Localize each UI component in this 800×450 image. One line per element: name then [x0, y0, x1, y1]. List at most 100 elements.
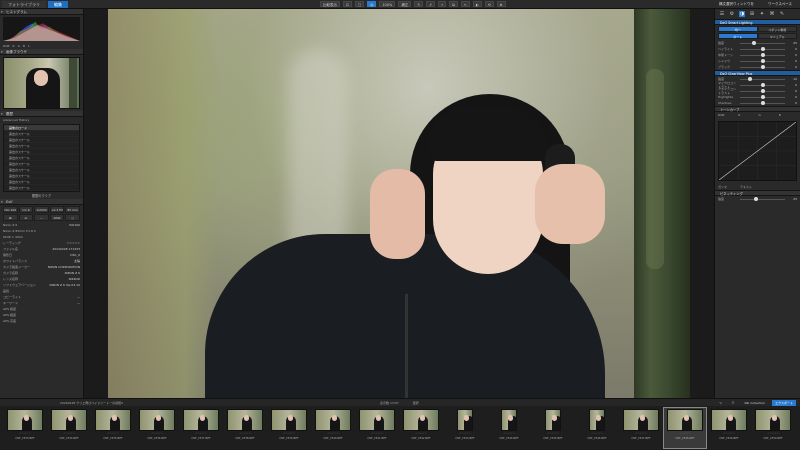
slider-knob[interactable] [761, 59, 766, 63]
channel-l[interactable]: L [28, 44, 30, 48]
filmstrip-thumbnail[interactable]: ☆☆☆☆☆ DSF_2340.NEF [312, 408, 354, 448]
navigator-thumbnail[interactable] [3, 57, 80, 109]
segment-option[interactable]: オート [718, 33, 758, 39]
clearview-header[interactable]: DxO ClearView Plus [715, 70, 800, 76]
channel-b[interactable]: B [23, 44, 25, 48]
slider-track[interactable] [740, 89, 785, 93]
toolbar-button-9[interactable]: ⧉ [449, 1, 458, 7]
slider-knob[interactable] [753, 197, 758, 201]
history-header[interactable]: 履歴 [0, 111, 83, 117]
slider-value: 0 [795, 47, 797, 51]
slider-track[interactable] [740, 65, 785, 69]
tone-curve[interactable] [718, 121, 797, 181]
tone-sliders: ハイライト 0 中間トーン 0 シャドウ 0 ブラック 0 [715, 46, 800, 70]
slider-track[interactable] [740, 53, 785, 57]
filmstrip-thumbnail[interactable]: ☆☆☆☆☆ DSF_2345.NEF [532, 408, 574, 448]
filmstrip-thumbnail[interactable]: ☆☆☆☆☆ DSF_2333.NEF [4, 408, 46, 448]
curve-tab-r[interactable]: R [738, 113, 756, 117]
slider-track[interactable] [740, 77, 785, 81]
toolbar-button-11[interactable]: ◐ [472, 1, 482, 7]
filmstrip-thumbnail[interactable]: ☆☆☆☆☆ DSF_2336.NEF [136, 408, 178, 448]
info-row: GPS 高度 [0, 318, 83, 324]
channel-g[interactable]: G [18, 44, 20, 48]
workspace-button[interactable]: ワークスペース [764, 1, 796, 8]
layout-button[interactable]: 構文選択ウィンドウを [715, 1, 758, 8]
exif-cell: ⊠ [3, 214, 18, 221]
filmstrip-thumbnail[interactable]: ☆☆☆☆☆ DSF_2348.NEF [663, 407, 707, 449]
tab-customize[interactable]: 編集 [48, 1, 68, 8]
slider-knob[interactable] [752, 41, 757, 45]
toolbar-button-8[interactable]: ⌖ [438, 1, 447, 7]
slider-track[interactable] [740, 47, 785, 51]
filmstrip-thumbnail[interactable]: ☆☆☆☆☆ DSF_2335.NEF [92, 408, 134, 448]
toolbar-button-13[interactable]: ⊕ [496, 1, 506, 7]
segment-option[interactable]: 均一 [718, 26, 758, 32]
navigator-header[interactable]: 画像ブラウザ [0, 49, 83, 55]
filmstrip-thumbnail[interactable]: ☆☆☆☆☆ DSF_2344.NEF [488, 408, 530, 448]
filmstrip-thumbnail[interactable]: ☆☆☆☆☆ DSF_2346.NEF [576, 408, 618, 448]
slider-track[interactable] [740, 95, 785, 99]
segment-option[interactable]: マニュアル [757, 33, 797, 39]
toolbar-button-5[interactable]: 補正 [398, 1, 412, 7]
toolbar-button-12[interactable]: ⟲ [484, 1, 494, 7]
slider-knob[interactable] [761, 95, 766, 99]
filmstrip-thumbnail[interactable]: ☆☆☆☆☆ DSF_2342.NEF [400, 408, 442, 448]
curve-tab-rgb[interactable]: RGB [718, 113, 736, 117]
tone-curve-header[interactable]: トーンカーブ [715, 106, 800, 112]
filmstrip-thumbnail[interactable]: ☆☆☆☆☆ DSF_2337.NEF [180, 408, 222, 448]
histogram-header[interactable]: ヒストグラム [0, 9, 83, 15]
channel-r[interactable]: R [12, 44, 14, 48]
toolbar-button-7[interactable]: ✐ [426, 1, 436, 7]
filmstrip-thumbnail[interactable]: ☆☆☆☆☆ DSF_2343.NEF [444, 408, 486, 448]
file-name: DSF_2345.NEF [543, 437, 563, 440]
filmstrip-thumbnail[interactable]: ☆☆☆☆☆ DSF_2347.NEF [620, 408, 662, 448]
slider-knob[interactable] [761, 89, 766, 93]
exif-header[interactable]: Exif [0, 199, 83, 205]
toolbar-button-1[interactable]: ⊡ [343, 1, 352, 7]
pen-icon[interactable]: ✎ [779, 11, 785, 17]
sparkle-icon[interactable]: ✦ [759, 11, 765, 17]
toolbar-button-10[interactable]: ✂ [460, 1, 470, 7]
curve-tab-g[interactable]: G [759, 113, 777, 117]
slider-knob[interactable] [761, 53, 766, 57]
filmstrip-thumbnail[interactable]: ☆☆☆☆☆ DSF_2339.NEF [268, 408, 310, 448]
toolbar-button-2[interactable]: □ [354, 1, 365, 7]
thumbnail-image [7, 409, 43, 431]
thumb-face [23, 415, 29, 421]
toolbar-button-6[interactable]: ✎ [414, 1, 424, 7]
filmstrip-thumbnail[interactable]: ☆☆☆☆☆ DSF_2349.NEF [708, 408, 750, 448]
slider-knob[interactable] [747, 77, 752, 81]
toolbar-button-0[interactable]: 比較表示 [320, 1, 340, 7]
toolbar-button-4[interactable]: 100% [379, 1, 396, 7]
filmstrip-thumbnail[interactable]: ☆☆☆☆☆ DSF_2338.NEF [224, 408, 266, 448]
history-item[interactable]: 露出のスケール [4, 185, 79, 191]
slider-track[interactable] [740, 41, 785, 45]
contrast-icon[interactable]: ◑ [739, 11, 745, 17]
slider-knob[interactable] [761, 101, 766, 105]
slider-knob[interactable] [761, 47, 766, 51]
filmstrip-thumbnail[interactable]: ☆☆☆☆☆ DSF_2341.NEF [356, 408, 398, 448]
menu-icon[interactable]: ☰ [719, 11, 725, 17]
vignetting-header[interactable]: ビネッティング [715, 190, 800, 196]
slider-track[interactable] [740, 83, 785, 87]
channel-rgb[interactable]: RGB [3, 44, 9, 48]
grid-icon[interactable]: ⊞ [749, 11, 755, 17]
vignetting-slider[interactable] [740, 197, 785, 201]
smart-lighting-header[interactable]: DxO Smart Lighting [715, 19, 800, 25]
gear-icon[interactable]: ⚙ [729, 11, 735, 17]
exif-cell: 85 mm [65, 206, 80, 213]
command-icon[interactable]: ⌘ [769, 11, 775, 17]
tab-photo-library[interactable]: フォトライブラリ [2, 1, 46, 8]
slider-track[interactable] [740, 59, 785, 63]
slider-knob[interactable] [761, 83, 766, 87]
file-name: DSF_2336.NEF [147, 437, 167, 440]
slider-knob[interactable] [761, 65, 766, 69]
filmstrip-thumbnail[interactable]: ☆☆☆☆☆ DSF_2334.NEF [48, 408, 90, 448]
slider-track[interactable] [740, 101, 785, 105]
toolbar-button-3[interactable]: ◎ [367, 1, 377, 7]
image-viewer[interactable] [108, 9, 690, 398]
filmstrip-thumbnail[interactable]: ☆☆☆☆☆ DSF_2350.NEF [752, 408, 794, 448]
segment-option[interactable]: スポット重視 [757, 26, 797, 32]
curve-tab-b[interactable]: B [779, 113, 797, 117]
thumb-face [771, 415, 777, 421]
